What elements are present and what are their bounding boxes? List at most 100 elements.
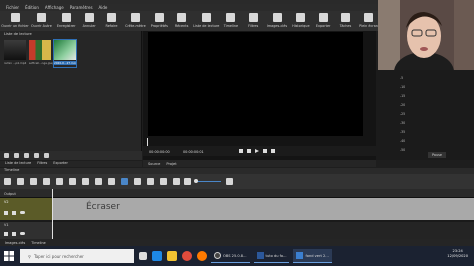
lock-icon[interactable] — [4, 232, 8, 236]
taskbar-app-shotcut[interactable]: fond vert 2... — [293, 249, 332, 263]
taskbar-search-box[interactable]: ⚲ Taper ici pour rechercher — [20, 249, 134, 263]
tab-export[interactable]: Exporter — [53, 161, 68, 167]
zoom-in-icon[interactable] — [226, 178, 233, 185]
overwrite-icon[interactable] — [95, 178, 102, 185]
recent-button[interactable]: Récents — [173, 11, 190, 31]
remove-icon[interactable] — [69, 178, 76, 185]
tab-timeline[interactable]: Timeline — [31, 241, 45, 245]
thumbnail-image — [54, 40, 76, 60]
task-view-icon[interactable] — [139, 252, 147, 260]
remove-icon[interactable] — [14, 153, 19, 158]
menu-edit[interactable]: Édition — [25, 5, 39, 10]
firefox-icon[interactable] — [197, 251, 207, 261]
zoom-slider[interactable] — [195, 181, 221, 182]
playlist-button[interactable]: Liste de lecture — [193, 11, 220, 31]
grid-view-icon[interactable] — [34, 153, 39, 158]
eye-icon[interactable] — [20, 211, 25, 214]
menu-icon[interactable] — [44, 153, 49, 158]
mute-icon[interactable] — [12, 232, 16, 236]
timeline-track-v1[interactable] — [52, 222, 474, 239]
ripple-markers-icon[interactable] — [173, 178, 180, 185]
tab-project[interactable]: Projet — [166, 162, 176, 166]
toolbar-button-label: Ouvrir Autre — [31, 24, 52, 28]
menu-icon[interactable] — [4, 178, 11, 185]
folder-open-button[interactable]: Ouvrir un fichier — [1, 11, 29, 31]
playlist-item[interactable]: 2020-0...27.mov — [53, 39, 77, 68]
undo-icon — [84, 13, 94, 22]
timeline-toolbar — [0, 174, 474, 189]
tab-filters[interactable]: Filtres — [37, 161, 47, 167]
eye-icon[interactable] — [20, 232, 25, 235]
redo-button[interactable]: Refaire — [103, 11, 120, 31]
track-header-v1[interactable]: V1 — [0, 222, 52, 239]
menu-help[interactable]: Aide — [99, 5, 108, 10]
snap-icon[interactable] — [121, 178, 128, 185]
fullscreen-icon — [364, 13, 374, 22]
export-button[interactable]: Exporter — [315, 11, 332, 31]
append-icon[interactable] — [56, 178, 63, 185]
track-header-v2[interactable]: V2 — [0, 198, 52, 220]
update-icon[interactable] — [24, 153, 29, 158]
ripple-icon[interactable] — [147, 178, 154, 185]
tab-playlist[interactable]: Liste de lecture — [5, 161, 31, 167]
taskbar-app-doc[interactable]: tuto du fo... — [253, 249, 290, 263]
windows-start-icon[interactable] — [4, 251, 14, 261]
edge-icon[interactable] — [152, 251, 162, 261]
tab-keyframes[interactable]: Images-clés — [5, 241, 25, 245]
paste-icon[interactable] — [43, 178, 50, 185]
timeline-track-v2[interactable]: Écraser — [52, 198, 474, 220]
jobs-button[interactable]: Tâches — [337, 11, 354, 31]
scrub-icon[interactable] — [134, 178, 141, 185]
fast-forward-icon[interactable] — [263, 149, 267, 153]
undo-button[interactable]: Annuler — [81, 11, 98, 31]
toolbar-button-label: Liste de lecture — [193, 24, 220, 28]
search-placeholder: Taper ici pour rechercher — [33, 253, 84, 259]
menu-settings[interactable]: Paramètres — [70, 5, 93, 10]
properties-button[interactable]: Propriétés — [151, 11, 168, 31]
skip-end-icon[interactable] — [271, 149, 275, 153]
timeline-playhead[interactable] — [52, 189, 53, 239]
lift-icon[interactable] — [82, 178, 89, 185]
save-button[interactable]: Enregistrer — [57, 11, 76, 31]
current-timecode[interactable]: 00:00:00:00 — [149, 150, 170, 154]
open-other-button[interactable]: Ouvrir Autre — [31, 11, 52, 31]
jobs-icon — [340, 13, 350, 22]
menu-view[interactable]: Affichage — [45, 5, 64, 10]
rewind-icon[interactable] — [247, 149, 251, 153]
keyframes-button[interactable]: Images-clés — [267, 11, 287, 31]
copy-icon[interactable] — [30, 178, 37, 185]
zoom-slider-handle[interactable] — [194, 179, 198, 183]
meter-db-label: -25 — [400, 112, 406, 116]
split-icon[interactable] — [108, 178, 115, 185]
add-icon[interactable] — [4, 153, 9, 158]
peak-meter-button[interactable]: Crête-mètre — [125, 11, 146, 31]
meter-db-label: -30 — [400, 121, 406, 125]
fullscreen-button[interactable]: Plein écran — [359, 11, 378, 31]
mute-icon[interactable] — [12, 211, 16, 215]
skip-start-icon[interactable] — [239, 149, 243, 153]
system-clock[interactable]: 23:24 12/09/2020 — [447, 249, 468, 259]
toolbar-button-label: Plein écran — [359, 24, 378, 28]
play-icon[interactable] — [255, 149, 259, 153]
taskbar-app-obs[interactable]: OBS 25.0.8... — [211, 249, 250, 263]
zoom-out-icon[interactable] — [184, 178, 191, 185]
pause-button[interactable]: Pause — [428, 152, 446, 158]
cut-icon[interactable] — [17, 178, 24, 185]
lock-icon[interactable] — [4, 211, 8, 215]
scrub-playhead[interactable] — [147, 138, 148, 146]
playlist-item[interactable]: remix ...p4.mp4 — [4, 40, 26, 67]
playlist-item[interactable]: softcell...nge.jpeg — [29, 40, 54, 67]
ripple-all-icon[interactable] — [160, 178, 167, 185]
redo-icon — [106, 13, 116, 22]
save-icon — [61, 13, 71, 22]
toolbar-button-label: Propriétés — [150, 24, 168, 28]
timeline-ruler[interactable]: Output — [0, 189, 474, 198]
timeline-button[interactable]: Timeline — [222, 11, 239, 31]
filter-button[interactable]: Filtres — [245, 11, 262, 31]
file-explorer-icon[interactable] — [167, 251, 177, 261]
menu-file[interactable]: Fichier — [6, 5, 19, 10]
tab-source[interactable]: Source — [148, 162, 160, 166]
obs-icon — [214, 252, 221, 259]
chrome-icon[interactable] — [182, 251, 192, 261]
history-button[interactable]: Historique — [292, 11, 310, 31]
